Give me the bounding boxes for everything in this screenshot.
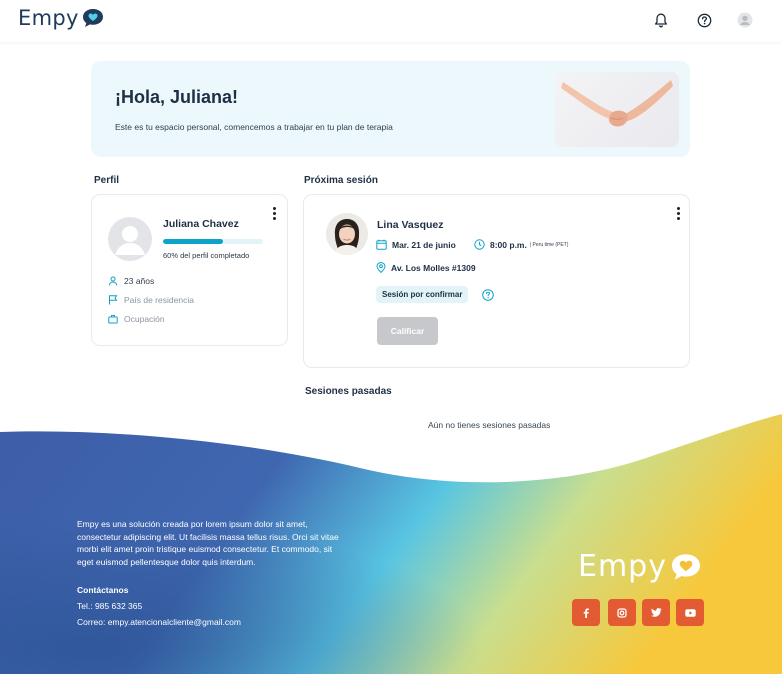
user-avatar-icon[interactable] bbox=[736, 11, 754, 29]
holding-hands-image bbox=[555, 72, 679, 147]
footer-description-line: eget euismod pellentesque dolor quis int… bbox=[77, 556, 256, 567]
footer-contact-title: Contáctanos bbox=[77, 585, 129, 595]
header-logo[interactable]: Empy bbox=[18, 6, 104, 30]
session-date: Mar. 21 de junio bbox=[392, 239, 456, 250]
calendar-icon bbox=[376, 239, 387, 250]
session-address-row: Av. Los Molles #1309 bbox=[376, 262, 476, 273]
footer-description-line: morbi elit amet proin tristique euismod … bbox=[77, 544, 333, 554]
profile-country: País de residencia bbox=[124, 295, 194, 305]
logo-heart-bubble-icon bbox=[82, 9, 103, 27]
session-time-row: 8:00 p.m. | Peru time (PET) bbox=[474, 239, 568, 250]
profile-occupation-row[interactable]: Ocupación bbox=[108, 314, 165, 324]
location-pin-icon bbox=[376, 262, 386, 273]
footer-description-line: Empy es una solución creada por lorem ip… bbox=[77, 519, 308, 529]
instagram-icon[interactable] bbox=[608, 599, 636, 626]
greeting-title: ¡Hola, Juliana! bbox=[115, 87, 239, 107]
profile-menu-icon[interactable] bbox=[271, 207, 277, 223]
flag-icon bbox=[109, 295, 118, 305]
clock-icon bbox=[474, 239, 485, 250]
profile-age: 23 años bbox=[124, 276, 155, 286]
profile-avatar bbox=[108, 217, 152, 261]
profile-section-title: Perfil bbox=[94, 175, 120, 186]
session-date-row: Mar. 21 de junio bbox=[376, 239, 456, 250]
footer-phone: Tel.: 985 632 365 bbox=[77, 601, 143, 611]
logo-text: Empy bbox=[18, 6, 79, 30]
top-navbar: Empy bbox=[0, 0, 782, 42]
therapist-photo bbox=[326, 213, 368, 255]
session-time: 8:00 p.m. bbox=[490, 239, 527, 250]
session-menu-icon[interactable] bbox=[675, 207, 681, 223]
twitter-icon[interactable] bbox=[642, 599, 670, 626]
status-help-icon[interactable] bbox=[482, 288, 494, 306]
profile-country-row[interactable]: País de residencia bbox=[108, 295, 194, 305]
footer-description-line: consectetur adipiscing elit. Ut facilisi… bbox=[77, 531, 339, 542]
past-sessions-title: Sesiones pasadas bbox=[305, 386, 392, 397]
user-icon bbox=[108, 276, 118, 286]
bell-icon[interactable] bbox=[652, 11, 670, 29]
profile-progress-bar bbox=[163, 239, 263, 244]
greeting-banner: ¡Hola, Juliana! Este es tu espacio perso… bbox=[91, 61, 690, 157]
facebook-icon[interactable] bbox=[572, 599, 600, 626]
profile-age-row: 23 años bbox=[108, 276, 154, 286]
footer-logo-text: Empy bbox=[578, 549, 667, 584]
profile-occupation: Ocupación bbox=[124, 314, 165, 324]
footer-email[interactable]: Correo: empy.atencionalcliente@gmail.com bbox=[77, 616, 241, 629]
therapist-name: Lina Vasquez bbox=[377, 219, 444, 231]
rate-session-button[interactable]: Calificar bbox=[377, 317, 438, 345]
greeting-subtitle: Este es tu espacio personal, comencemos … bbox=[115, 122, 393, 132]
session-status-badge: Sesión por confirmar bbox=[376, 286, 469, 303]
help-circle-icon[interactable] bbox=[695, 11, 713, 29]
briefcase-icon bbox=[108, 315, 118, 324]
footer-logo: Empy bbox=[578, 549, 702, 584]
footer-description: Empy es una solución creada por lorem ip… bbox=[77, 518, 339, 568]
session-address: Av. Los Molles #1309 bbox=[391, 262, 476, 273]
next-session-card: Lina Vasquez Mar. 21 de junio 8:00 p.m. … bbox=[303, 194, 690, 368]
footer-logo-heart-bubble-icon bbox=[671, 553, 700, 580]
profile-name: Juliana Chavez bbox=[163, 218, 239, 230]
session-timezone: | Peru time (PET) bbox=[529, 241, 569, 248]
profile-progress-fill bbox=[163, 239, 223, 244]
youtube-icon[interactable] bbox=[676, 599, 704, 626]
next-session-section-title: Próxima sesión bbox=[304, 175, 378, 186]
profile-card: Juliana Chavez 60% del perfil completado… bbox=[91, 194, 288, 346]
profile-progress-label: 60% del perfil completado bbox=[163, 251, 250, 260]
